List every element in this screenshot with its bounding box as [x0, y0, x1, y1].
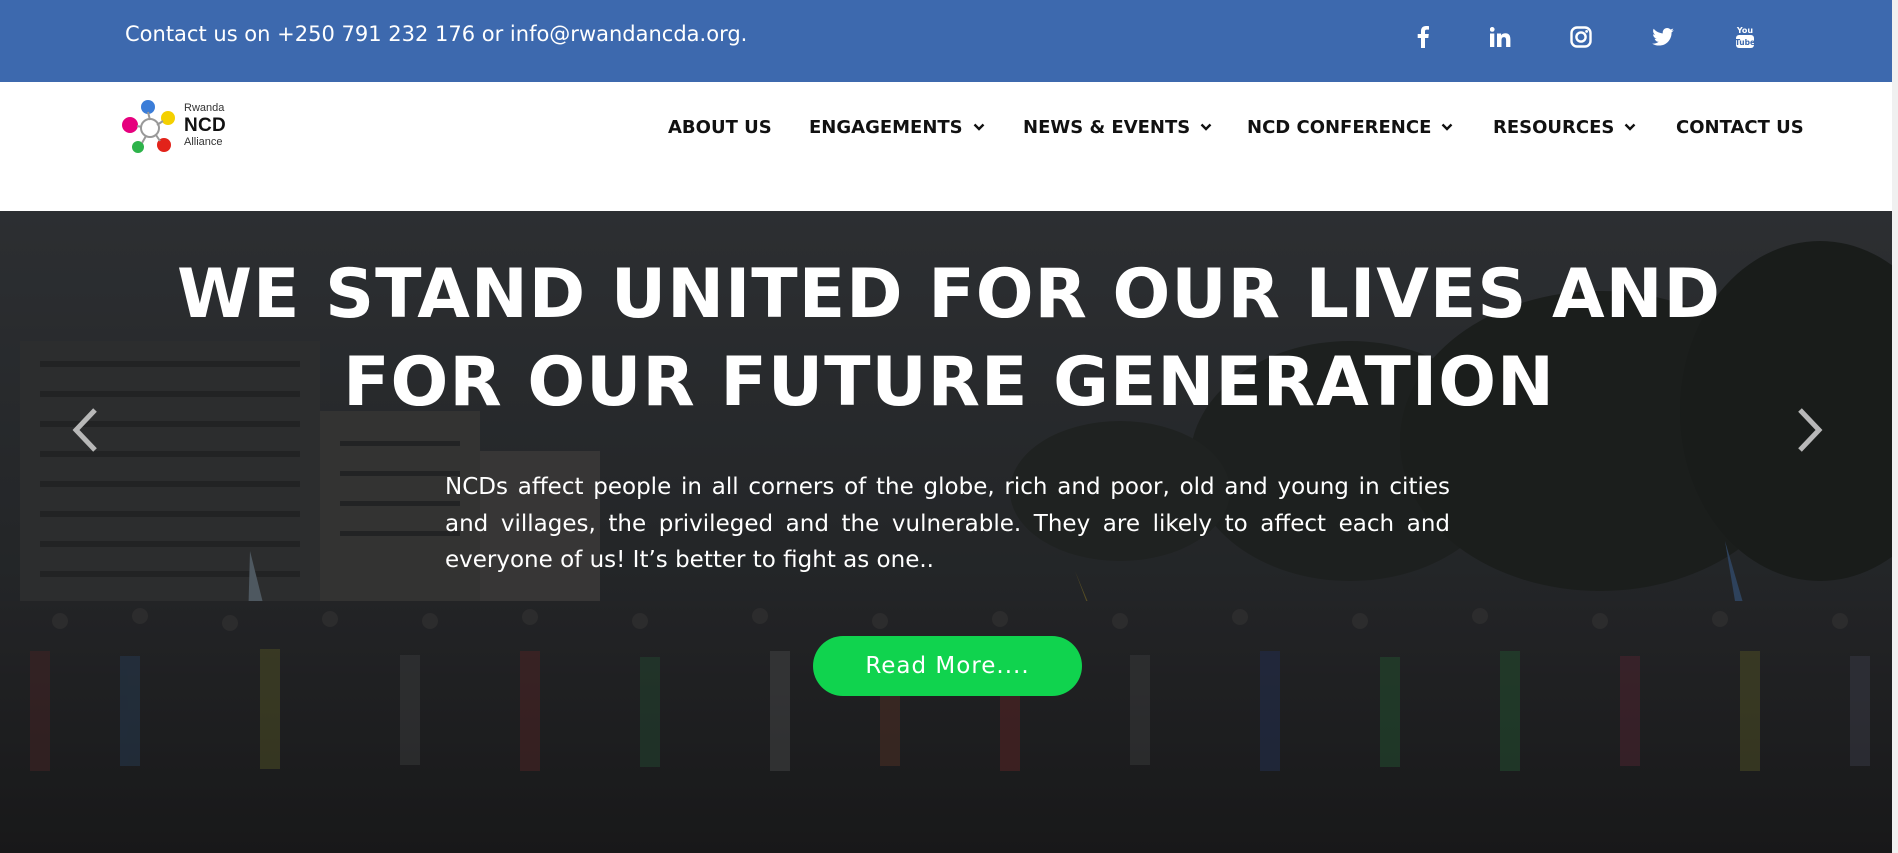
instagram-icon[interactable] — [1568, 24, 1594, 50]
top-contact-bar: Contact us on +250 791 232 176 or info@r… — [0, 0, 1898, 82]
hero-title-line-1: WE STAND UNITED FOR OUR LIVES AND — [177, 255, 1721, 334]
hero-title: WE STAND UNITED FOR OUR LIVES AND FOR OU… — [150, 251, 1748, 427]
nav-news-events[interactable]: NEWS & EVENTS — [1023, 114, 1212, 140]
twitter-icon[interactable] — [1650, 24, 1676, 50]
hero-description: NCDs affect people in all corners of the… — [445, 474, 1450, 573]
logo-mark-icon — [122, 100, 175, 153]
nav-contact-us[interactable]: CONTACT US — [1676, 114, 1804, 140]
chevron-down-icon — [1200, 123, 1212, 131]
nav-about-us[interactable]: ABOUT US — [668, 114, 772, 140]
nav-label: NCD CONFERENCE — [1247, 116, 1432, 138]
chevron-right-icon[interactable] — [1790, 405, 1830, 455]
nav-label: RESOURCES — [1493, 116, 1615, 138]
page-scrollbar[interactable] — [1892, 0, 1898, 853]
nav-label: ENGAGEMENTS — [809, 116, 963, 138]
nav-engagements[interactable]: ENGAGEMENTS — [809, 114, 985, 140]
chevron-down-icon — [973, 123, 985, 131]
chevron-left-icon[interactable] — [65, 405, 105, 455]
youtube-icon[interactable]: You Tube — [1732, 24, 1758, 50]
logo-text-rwanda: Rwanda — [184, 102, 225, 114]
nav-ncd-conference[interactable]: NCD CONFERENCE — [1247, 114, 1453, 140]
chevron-down-icon — [1442, 123, 1453, 131]
linkedin-icon[interactable] — [1487, 24, 1513, 50]
site-header — [0, 82, 1898, 210]
site-logo[interactable]: Rwanda NCD Alliance — [118, 98, 238, 158]
nav-resources[interactable]: RESOURCES — [1493, 114, 1636, 140]
svg-text:You: You — [1736, 26, 1754, 35]
read-more-button[interactable]: Read More.... — [813, 636, 1082, 696]
nav-label: CONTACT US — [1676, 116, 1804, 138]
hero-title-line-2: FOR OUR FUTURE GENERATION — [343, 343, 1555, 422]
logo-text-alliance: Alliance — [184, 136, 223, 148]
hero-slider: WE STAND UNITED FOR OUR LIVES AND FOR OU… — [0, 211, 1898, 853]
nav-label: NEWS & EVENTS — [1023, 116, 1191, 138]
logo-text-ncd: NCD — [184, 115, 227, 136]
nav-label: ABOUT US — [668, 116, 772, 138]
facebook-icon[interactable] — [1410, 24, 1436, 50]
chevron-down-icon — [1625, 123, 1636, 131]
contact-info: Contact us on +250 791 232 176 or info@r… — [125, 22, 748, 46]
svg-text:Tube: Tube — [1735, 38, 1755, 47]
